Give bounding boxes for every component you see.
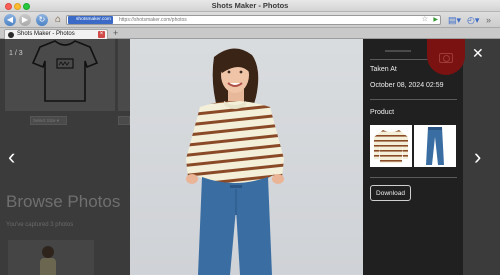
product-card-partial [118, 39, 130, 111]
new-tab-button[interactable]: + [113, 28, 118, 38]
photo-thumbnail[interactable] [8, 240, 94, 275]
reload-icon[interactable]: ↻ [36, 14, 48, 26]
address-bar[interactable]: shotsmaker.com https://shotsmaker.com/ph… [66, 15, 441, 25]
url-text[interactable]: https://shotsmaker.com/photos [119, 16, 187, 25]
camera-icon [439, 53, 453, 63]
page-heading: Browse Photos [6, 192, 121, 211]
product-thumbnail-jeans[interactable] [414, 125, 456, 167]
tab-close-icon[interactable]: × [98, 31, 105, 38]
tab-shots-maker[interactable]: Shots Maker - Photos × [4, 29, 108, 39]
divider [370, 99, 457, 100]
overflow-icon[interactable]: » [486, 14, 491, 26]
product-label: Product [370, 109, 395, 116]
favicon-icon [8, 32, 14, 38]
product-thumbnail-sweater[interactable] [370, 125, 412, 167]
viewer-right-strip [463, 39, 500, 275]
taken-at-value: October 08, 2024 02:59 [370, 82, 444, 89]
tab-bar: Shots Maker - Photos × + [0, 28, 500, 39]
next-photo-arrow[interactable]: › [474, 145, 481, 169]
panel-top-divider [385, 50, 411, 52]
go-icon[interactable]: ▶ [433, 16, 438, 25]
browser-window: Shots Maker - Photos ◀ ▶ ↻ ⌂ shotsmaker.… [0, 0, 500, 275]
photo-viewer-image [130, 39, 364, 275]
photo-count-text: You've captured 3 photos [6, 222, 74, 228]
prev-photo-arrow[interactable]: ‹ [8, 145, 15, 169]
jeans-product-image [426, 127, 444, 165]
tab-label: Shots Maker - Photos [17, 31, 75, 37]
bookmarks-icon[interactable]: ▤▾ [448, 14, 461, 26]
taken-at-label: Taken At [370, 66, 397, 73]
page-content: Select Size ▾ Browse Photos You've captu… [0, 39, 500, 275]
photo-counter: 1 / 3 [9, 50, 23, 57]
home-icon[interactable]: ⌂ [52, 14, 64, 26]
forward-arrow-icon[interactable]: ▶ [19, 14, 31, 26]
site-identity-badge[interactable]: shotsmaker.com [68, 16, 113, 24]
title-bar: Shots Maker - Photos [0, 0, 500, 12]
download-button[interactable]: Download [370, 185, 411, 201]
woman-in-striped-sweater-image [186, 48, 284, 275]
thumbnail-person-image [40, 246, 56, 275]
browser-toolbar: ◀ ▶ ↻ ⌂ shotsmaker.com https://shotsmake… [0, 12, 500, 28]
bookmark-star-icon[interactable]: ☆ [422, 15, 428, 24]
window-title: Shots Maker - Photos [211, 1, 289, 10]
back-arrow-icon[interactable]: ◀ [4, 14, 16, 26]
divider [370, 177, 457, 178]
size-select[interactable]: Select Size ▾ [30, 116, 67, 125]
history-icon[interactable]: ◴▾ [467, 14, 479, 26]
sweater-product-image [374, 130, 408, 163]
close-viewer-icon[interactable]: ✕ [472, 46, 484, 60]
size-select-partial[interactable] [118, 116, 130, 125]
